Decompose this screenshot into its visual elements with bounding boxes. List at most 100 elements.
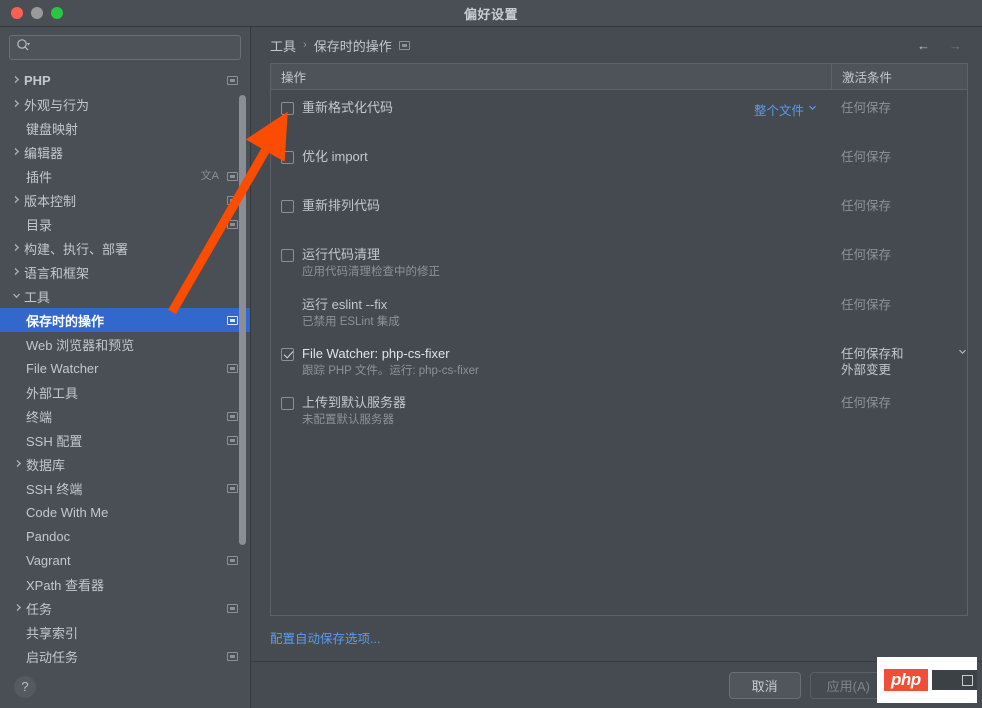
row-texts: 运行 eslint --fix 已禁用 ESLint 集成 [302, 297, 400, 330]
table-row[interactable]: 运行代码清理 应用代码清理检查中的修正 任何保存 [271, 247, 967, 280]
row-checkbox[interactable] [281, 102, 294, 115]
row-scope-dropdown[interactable]: 整个文件 [754, 100, 817, 119]
minimize-button[interactable] [31, 7, 43, 19]
row-action-cell: 优化 import [281, 149, 831, 165]
row-title: 重新格式化代码 [302, 100, 394, 115]
sidebar-item-20[interactable]: Vagrant [0, 548, 250, 572]
table-row[interactable]: 运行 eslint --fix 已禁用 ESLint 集成 任何保存 [271, 297, 967, 330]
sidebar-item-22[interactable]: 任务 [0, 596, 250, 620]
sidebar-item-5[interactable]: 版本控制 [0, 188, 250, 212]
row-action-cell: 重新排列代码 [281, 198, 831, 214]
row-checkbox[interactable] [281, 348, 294, 361]
back-arrow-icon[interactable]: ← [911, 39, 936, 52]
row-condition-cell[interactable]: 任何保存 [831, 198, 967, 214]
row-condition-label: 任何保存 [841, 396, 892, 410]
chevron-right-icon[interactable] [8, 75, 24, 85]
sidebar-item-23[interactable]: 共享索引 [0, 620, 250, 644]
table-row[interactable]: 重新排列代码 任何保存 [271, 198, 967, 214]
chevron-right-icon[interactable] [8, 267, 24, 277]
sidebar-item-15[interactable]: SSH 配置 [0, 428, 250, 452]
row-checkbox[interactable] [281, 397, 294, 410]
sidebar-item-12[interactable]: File Watcher [0, 356, 250, 380]
row-condition-cell[interactable]: 任何保存和 外部变更 [831, 346, 967, 378]
sidebar-item-10[interactable]: 保存时的操作 [0, 308, 250, 332]
chevron-right-icon[interactable] [8, 195, 24, 205]
actions-table: 操作 激活条件 重新格式化代码 整个文件 任何保存 优化 import 任何保存 重新排列… [270, 63, 968, 616]
sidebar-item-label: File Watcher [26, 360, 99, 376]
configure-autosave-link[interactable]: 配置自动保存选项... [270, 632, 380, 646]
row-condition-cell[interactable]: 任何保存 [831, 247, 967, 263]
sidebar-item-badges [227, 195, 238, 205]
forward-arrow-icon[interactable]: → [943, 39, 968, 52]
search-icon [16, 38, 30, 57]
maximize-button[interactable] [51, 7, 63, 19]
sidebar-item-label: Pandoc [26, 528, 71, 544]
table-row[interactable]: 上传到默认服务器 未配置默认服务器 任何保存 [271, 395, 967, 428]
table-row[interactable]: 重新格式化代码 整个文件 任何保存 [271, 100, 967, 119]
chevron-right-icon[interactable] [10, 603, 26, 613]
sidebar-item-label: 终端 [26, 409, 53, 425]
search-input[interactable] [34, 40, 234, 55]
sidebar-item-badges [227, 363, 238, 373]
row-checkbox[interactable] [281, 249, 294, 262]
sidebar-item-label: 键盘映射 [26, 121, 79, 137]
help-icon[interactable]: ? [14, 675, 36, 698]
sidebar-item-label: PHP [24, 72, 51, 88]
sidebar-item-8[interactable]: 语言和框架 [0, 260, 250, 284]
breadcrumb-root[interactable]: 工具 [270, 36, 296, 55]
sidebar-item-24[interactable]: 启动任务 [0, 644, 250, 664]
project-scope-icon [227, 411, 238, 421]
chevron-right-icon[interactable] [8, 147, 24, 157]
row-condition-label: 任何保存 [841, 101, 892, 115]
settings-tree[interactable]: PHP 外观与行为键盘映射编辑器 插件 文A 版本控制 目录 构建、执行、部署 语言和框架 工具… [0, 66, 250, 664]
window-controls [0, 7, 63, 19]
cancel-button[interactable]: 取消 [728, 671, 801, 699]
sidebar-item-13[interactable]: 外部工具 [0, 380, 250, 404]
row-condition-cell[interactable]: 任何保存 [831, 100, 967, 116]
chevron-right-icon[interactable] [8, 99, 24, 109]
sidebar-item-14[interactable]: 终端 [0, 404, 250, 428]
chevron-right-icon[interactable] [10, 459, 26, 469]
sidebar-item-4[interactable]: 插件 文A [0, 164, 250, 188]
sidebar-item-7[interactable]: 构建、执行、部署 [0, 236, 250, 260]
table-row[interactable]: File Watcher: php-cs-fixer 跟踪 PHP 文件。运行: … [271, 346, 967, 379]
row-condition-cell[interactable]: 任何保存 [831, 395, 967, 411]
row-condition-cell[interactable]: 任何保存 [831, 149, 967, 165]
row-action-cell: 上传到默认服务器 未配置默认服务器 [281, 395, 831, 428]
chevron-right-icon[interactable] [8, 243, 24, 253]
table-body: 重新格式化代码 整个文件 任何保存 优化 import 任何保存 重新排列代码 任何保存 运行… [271, 90, 967, 615]
search-box[interactable] [9, 35, 241, 60]
sidebar-item-0[interactable]: PHP [0, 68, 250, 92]
sidebar-item-2[interactable]: 键盘映射 [0, 116, 250, 140]
close-button[interactable] [11, 7, 23, 19]
row-condition-cell[interactable]: 任何保存 [831, 297, 967, 313]
sidebar-item-6[interactable]: 目录 [0, 212, 250, 236]
sidebar-item-9[interactable]: 工具 [0, 284, 250, 308]
row-checkbox[interactable] [281, 151, 294, 164]
sidebar-item-badges [227, 603, 238, 613]
sidebar-item-18[interactable]: Code With Me [0, 500, 250, 524]
row-checkbox[interactable] [281, 200, 294, 213]
project-scope-icon [227, 219, 238, 229]
table-row[interactable]: 优化 import 任何保存 [271, 149, 967, 165]
row-condition-label: 任何保存 [841, 248, 892, 262]
project-scope-icon [227, 363, 238, 373]
row-subtitle: 未配置默认服务器 [302, 414, 394, 426]
sidebar-item-19[interactable]: Pandoc [0, 524, 250, 548]
row-texts: 运行代码清理 应用代码清理检查中的修正 [302, 247, 440, 280]
apply-button[interactable]: 应用(A) [809, 671, 887, 699]
sidebar-item-17[interactable]: SSH 终端 [0, 476, 250, 500]
row-title: 重新排列代码 [302, 198, 381, 213]
column-header-condition: 激活条件 [831, 64, 967, 89]
sidebar-item-16[interactable]: 数据库 [0, 452, 250, 476]
sidebar-item-badges [227, 219, 238, 229]
sidebar-item-21[interactable]: XPath 查看器 [0, 572, 250, 596]
sidebar-item-3[interactable]: 编辑器 [0, 140, 250, 164]
row-texts: 重新格式化代码 [302, 100, 393, 116]
sidebar-item-1[interactable]: 外观与行为 [0, 92, 250, 116]
sidebar-scrollbar[interactable] [239, 95, 246, 545]
column-header-action: 操作 [281, 71, 307, 85]
chevron-down-icon[interactable] [8, 291, 24, 301]
sidebar-item-11[interactable]: Web 浏览器和预览 [0, 332, 250, 356]
project-scope-icon[interactable] [398, 40, 410, 50]
